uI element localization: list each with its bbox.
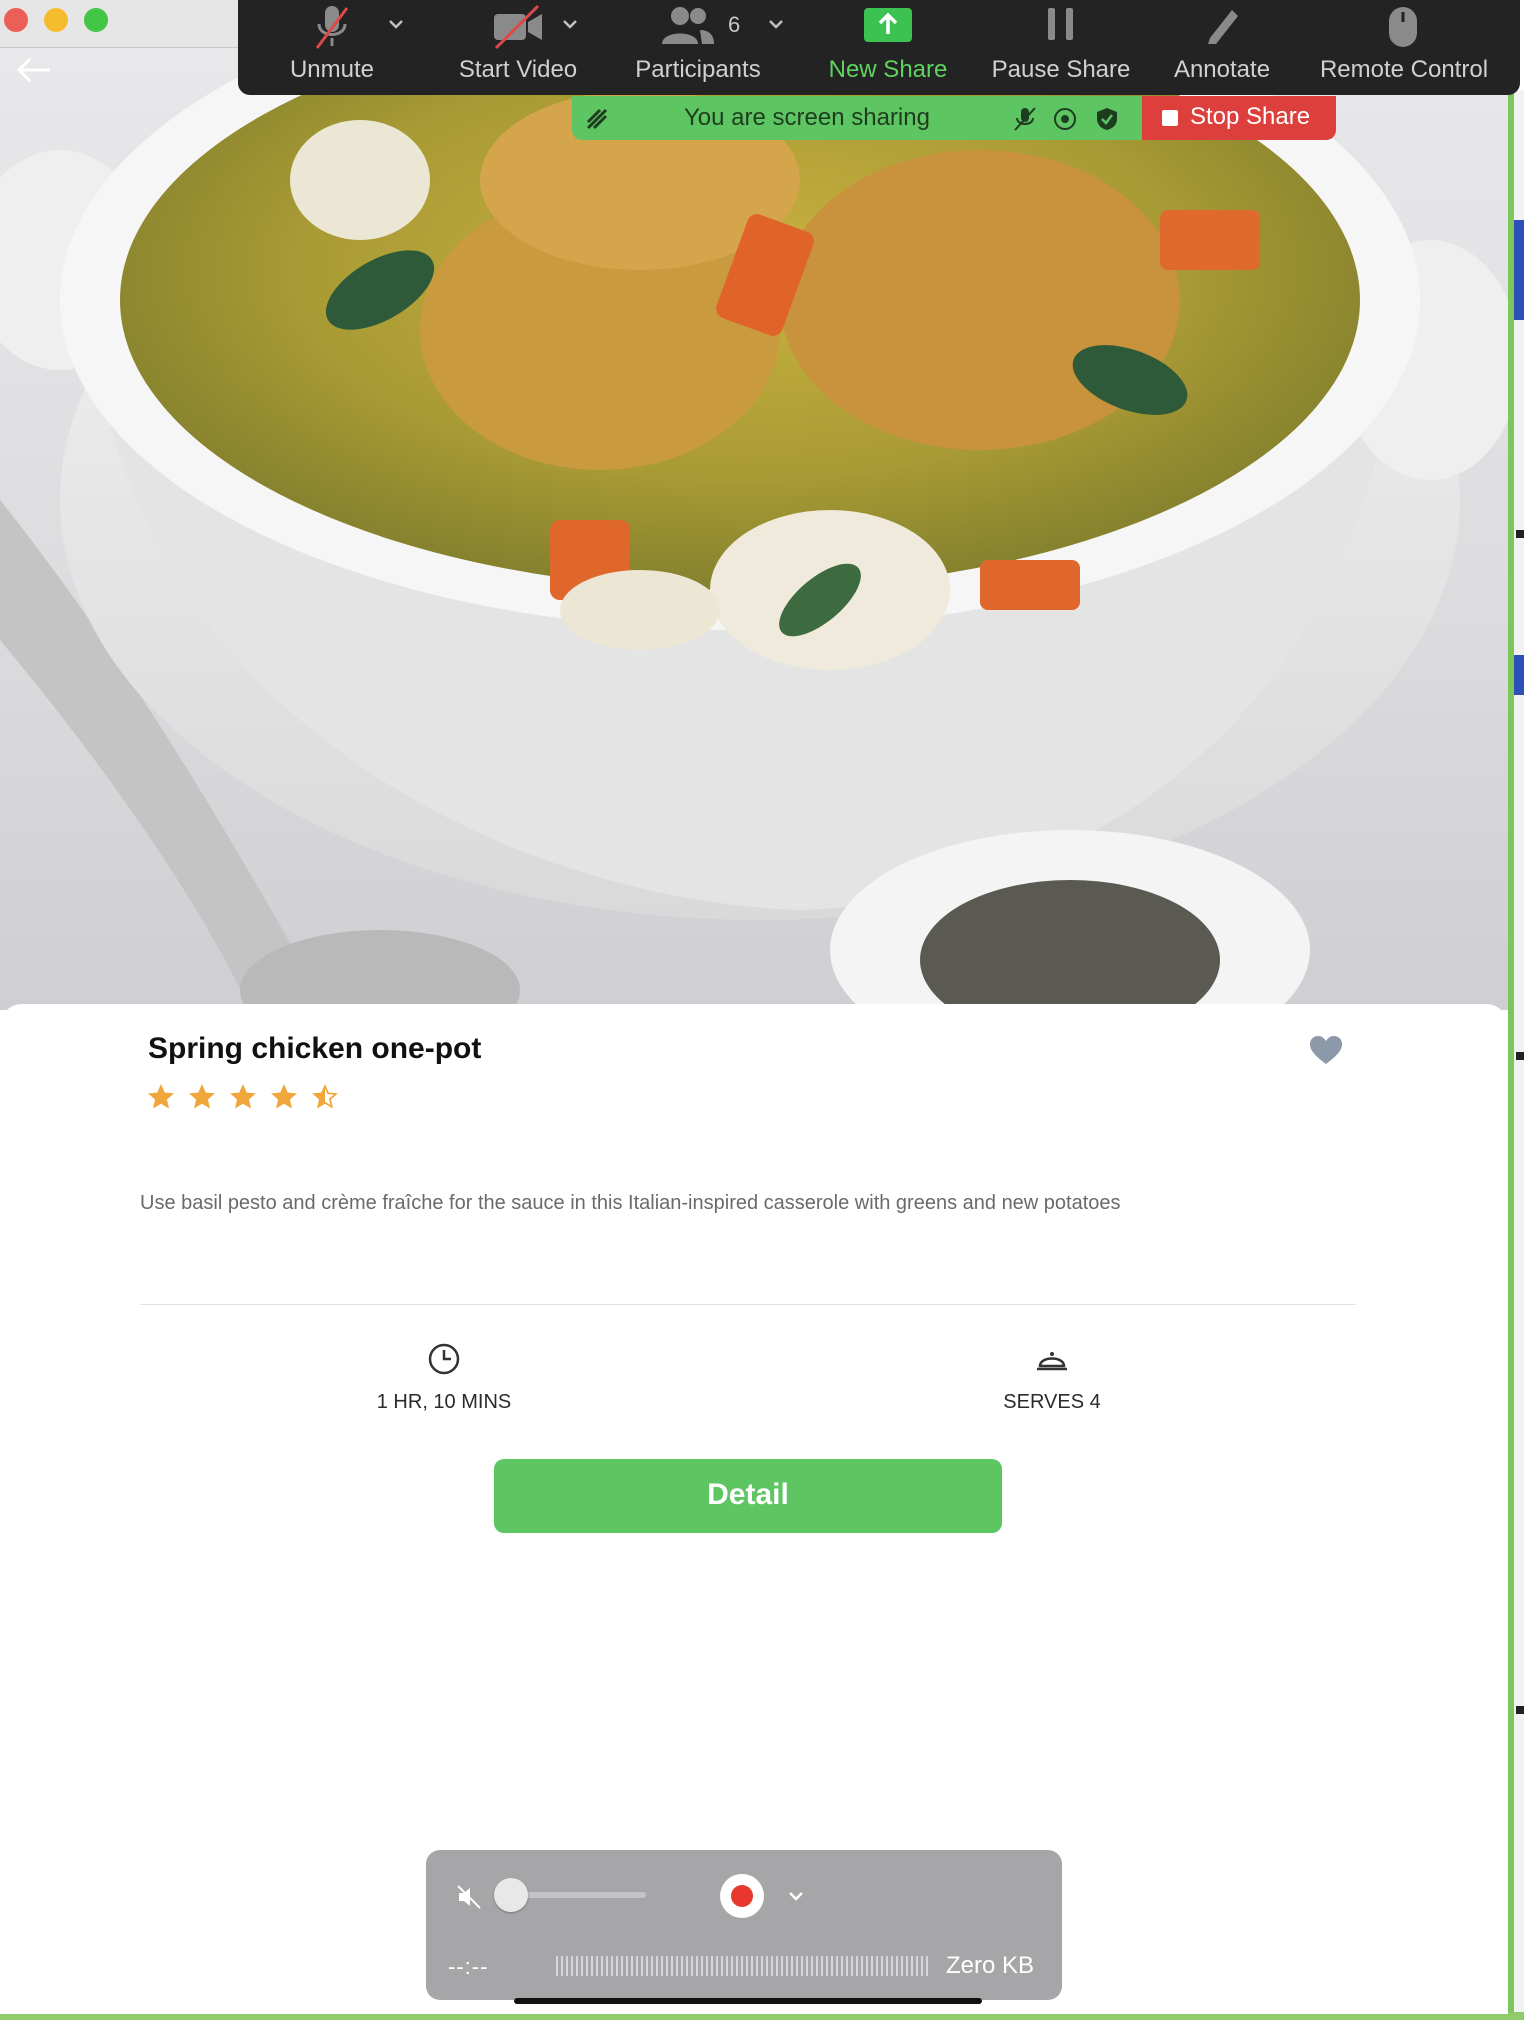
recipe-title: Spring chicken one-pot bbox=[148, 1032, 482, 1065]
detail-button[interactable]: Detail bbox=[494, 1459, 1002, 1533]
screen: Unmute Start Video 6 Participants New Sh… bbox=[0, 0, 1524, 2020]
stop-share-button[interactable]: Stop Share bbox=[1142, 96, 1336, 140]
remote-control-label: Remote Control bbox=[1319, 56, 1489, 83]
edge-marker bbox=[1516, 1052, 1524, 1060]
clock-icon bbox=[428, 1343, 460, 1375]
participants-count: 6 bbox=[728, 12, 741, 37]
recording-duration: --:-- bbox=[448, 1954, 489, 1979]
cook-time-label: 1 HR, 10 MINS bbox=[376, 1391, 512, 1413]
chevron-down-icon[interactable] bbox=[786, 1886, 806, 1906]
star-half-icon bbox=[312, 1084, 338, 1109]
meeting-toolbar: Unmute Start Video 6 Participants New Sh… bbox=[238, 0, 1520, 95]
unmute-button[interactable]: Unmute bbox=[272, 0, 392, 95]
chevron-down-icon[interactable] bbox=[560, 14, 580, 34]
home-indicator bbox=[514, 1998, 982, 2004]
participants-icon bbox=[662, 7, 714, 44]
start-video-label: Start Video bbox=[458, 56, 578, 83]
stop-share-label: Stop Share bbox=[1190, 103, 1311, 130]
star-full-icon bbox=[230, 1084, 256, 1109]
star-shape bbox=[271, 1084, 297, 1109]
chevron-down-icon[interactable] bbox=[386, 14, 406, 34]
star-shape bbox=[230, 1084, 256, 1109]
mouse-icon bbox=[1389, 7, 1417, 47]
record-icon[interactable] bbox=[1052, 106, 1078, 132]
annotate-button[interactable]: Annotate bbox=[1152, 0, 1292, 95]
star-shape bbox=[148, 1084, 174, 1109]
edge-marker bbox=[1514, 655, 1524, 695]
edge-marker bbox=[1516, 1706, 1524, 1714]
drag-handle-icon[interactable] bbox=[584, 106, 612, 132]
cook-time: 1 HR, 10 MINS bbox=[344, 1342, 544, 1414]
window-maximize-button[interactable] bbox=[84, 8, 108, 32]
participants-button[interactable]: 6 Participants bbox=[618, 0, 778, 95]
serving-dish-icon bbox=[1037, 1352, 1067, 1371]
star-full-icon bbox=[148, 1084, 174, 1109]
pause-share-label: Pause Share bbox=[991, 56, 1131, 83]
video-off-icon bbox=[494, 4, 542, 50]
star-shape bbox=[189, 1084, 215, 1109]
edge-marker bbox=[1514, 220, 1524, 320]
window-title-bar bbox=[0, 0, 240, 48]
audio-level-meter bbox=[556, 1956, 930, 1976]
muted-mic-icon[interactable] bbox=[1012, 106, 1038, 132]
muted-mic-icon bbox=[315, 6, 349, 49]
participants-label: Participants bbox=[635, 56, 761, 83]
stop-icon bbox=[1162, 110, 1178, 126]
recording-size: Zero KB bbox=[946, 1952, 1035, 1979]
screen-recorder-widget: --:-- Zero KB bbox=[426, 1850, 1062, 2000]
shield-icon[interactable] bbox=[1094, 106, 1120, 132]
record-dot-icon bbox=[731, 1885, 753, 1907]
pause-share-button[interactable]: Pause Share bbox=[976, 0, 1146, 95]
servings: SERVES 4 bbox=[952, 1342, 1152, 1414]
screen-sharing-text: You are screen sharing bbox=[684, 104, 930, 131]
divider bbox=[140, 1304, 1356, 1305]
chevron-down-icon[interactable] bbox=[766, 14, 786, 34]
star-shape bbox=[312, 1084, 338, 1109]
window-close-button[interactable] bbox=[4, 8, 28, 32]
pause-icon bbox=[1048, 8, 1073, 40]
record-button[interactable] bbox=[720, 1874, 764, 1918]
star-full-icon bbox=[189, 1084, 215, 1109]
unmute-label: Unmute bbox=[289, 56, 375, 83]
annotate-label: Annotate bbox=[1173, 56, 1271, 83]
screen-sharing-banner[interactable]: You are screen sharing bbox=[572, 96, 1142, 140]
recipe-hero-image bbox=[0, 0, 1508, 1010]
star-full-icon bbox=[271, 1084, 297, 1109]
servings-label: SERVES 4 bbox=[1003, 1391, 1101, 1413]
window-minimize-button[interactable] bbox=[44, 8, 68, 32]
remote-control-button[interactable]: Remote Control bbox=[1308, 0, 1500, 95]
volume-slider-knob[interactable] bbox=[494, 1878, 528, 1912]
back-arrow-icon[interactable] bbox=[14, 54, 54, 86]
favorite-heart-icon[interactable] bbox=[1308, 1034, 1344, 1066]
speaker-muted-icon[interactable] bbox=[456, 1884, 482, 1910]
edge-marker bbox=[1516, 530, 1524, 538]
new-share-label: New Share bbox=[828, 56, 948, 83]
volume-slider-track[interactable] bbox=[512, 1892, 646, 1898]
share-screen-icon bbox=[864, 8, 912, 42]
pencil-icon bbox=[1208, 10, 1238, 44]
recipe-description: Use basil pesto and crème fraîche for th… bbox=[140, 1192, 1121, 1214]
new-share-button[interactable]: New Share bbox=[808, 0, 968, 95]
